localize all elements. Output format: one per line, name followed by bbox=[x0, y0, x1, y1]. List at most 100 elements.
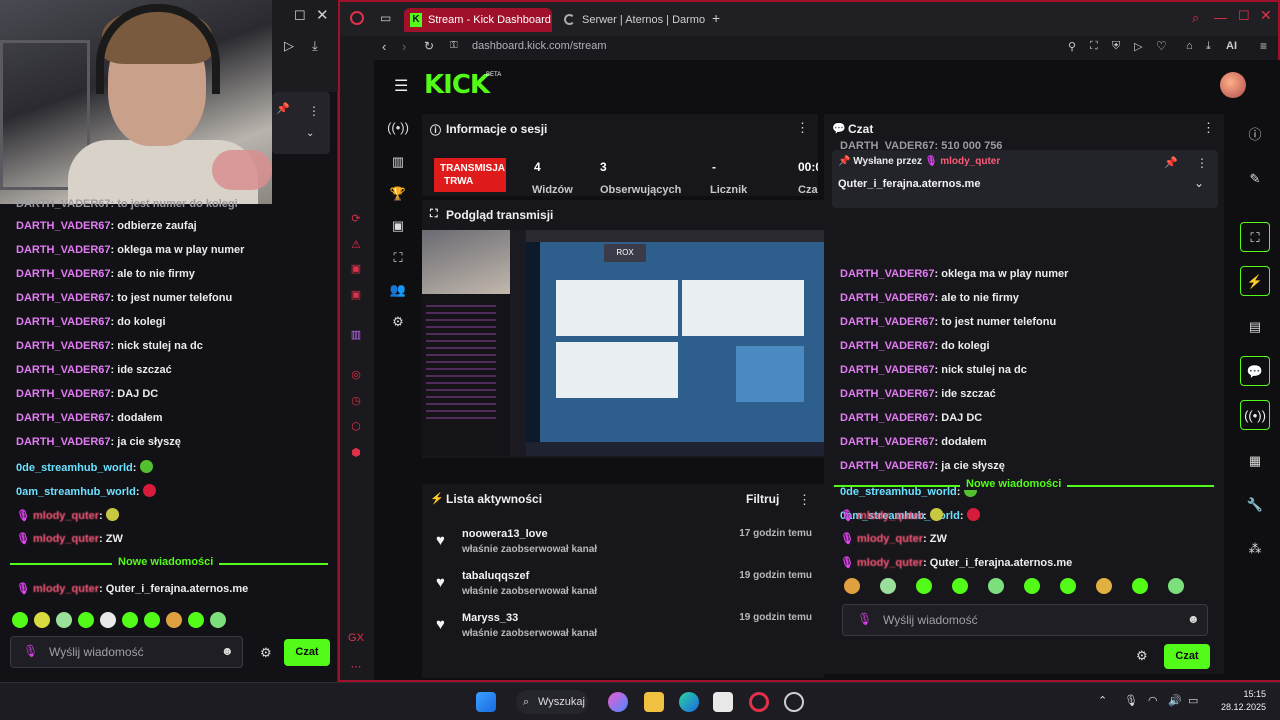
chat-username[interactable]: DARTH_VADER67 bbox=[16, 292, 111, 304]
nodes-icon[interactable]: ⁂ bbox=[1240, 534, 1270, 564]
forward-icon[interactable]: › bbox=[402, 39, 406, 54]
download-icon[interactable]: ⤓ bbox=[1206, 40, 1211, 53]
chat-bubble-icon[interactable]: 💬 bbox=[1240, 356, 1270, 386]
kebab-menu-icon[interactable]: ⋮ bbox=[798, 492, 811, 508]
tab-aternos[interactable]: Serwer | Aternos | Darmo bbox=[558, 8, 708, 32]
sidebar-icon[interactable]: ⟳ bbox=[348, 212, 364, 228]
users-icon[interactable]: 👥 bbox=[384, 282, 412, 304]
emote-icon[interactable] bbox=[1060, 578, 1076, 594]
wrench-icon[interactable]: 🔧 bbox=[1240, 490, 1270, 520]
chat-username[interactable]: DARTH_VADER67 bbox=[840, 316, 935, 328]
twitch-icon[interactable]: ▥ bbox=[348, 328, 364, 344]
chat-username[interactable]: mlody_quter bbox=[857, 557, 923, 569]
settings-gear-icon[interactable]: ⚙ bbox=[260, 645, 272, 661]
sidebar-icon[interactable]: ▣ bbox=[348, 288, 364, 304]
battery-icon[interactable]: ▭ bbox=[1188, 694, 1198, 707]
chat-username[interactable]: DARTH_VADER67 bbox=[16, 316, 111, 328]
emote-icon[interactable] bbox=[1168, 578, 1184, 594]
sidebar-icon[interactable]: ⬡ bbox=[348, 420, 364, 436]
emote-icon[interactable] bbox=[916, 578, 932, 594]
emote-icon[interactable] bbox=[210, 612, 226, 628]
emote-icon[interactable] bbox=[880, 578, 896, 594]
edit-icon[interactable]: ✎ bbox=[1240, 164, 1270, 194]
close-icon[interactable]: ✕ bbox=[316, 6, 329, 24]
activity-user[interactable]: Maryss_33 bbox=[462, 612, 518, 624]
stream-icon[interactable]: ((•)) bbox=[1240, 400, 1270, 430]
site-info-icon[interactable]: ⚿ bbox=[450, 40, 458, 51]
ai-button[interactable]: AI bbox=[1226, 40, 1237, 52]
chevron-down-icon[interactable]: ⌄ bbox=[306, 128, 314, 139]
chevron-down-icon[interactable]: ⌄ bbox=[1194, 176, 1204, 190]
sidebar-icon[interactable]: GX bbox=[348, 632, 364, 648]
emote-icon[interactable] bbox=[166, 612, 182, 628]
chat-username[interactable]: 0am_streamhub_world bbox=[16, 486, 136, 498]
screenshot-icon[interactable]: ⛶ bbox=[1090, 40, 1098, 53]
pin-icon[interactable]: 📌 bbox=[1164, 156, 1178, 169]
bolt-icon[interactable]: ⚡ bbox=[1240, 266, 1270, 296]
chat-username[interactable]: DARTH_VADER67 bbox=[16, 220, 111, 232]
activity-user[interactable]: noowera13_love bbox=[462, 528, 548, 540]
maximize-icon[interactable]: ☐ bbox=[1238, 8, 1250, 24]
kebab-menu-icon[interactable]: ⋮ bbox=[1196, 156, 1208, 170]
reload-icon[interactable]: ↻ bbox=[424, 39, 434, 53]
filter-button[interactable]: Filtruj bbox=[746, 492, 779, 506]
tab-overview-icon[interactable]: ▭ bbox=[380, 11, 391, 25]
chat-username[interactable]: DARTH_VADER67 bbox=[16, 244, 111, 256]
chat-username[interactable]: 0de_streamhub_world bbox=[16, 462, 133, 474]
chat-username[interactable]: DARTH_VADER67 bbox=[16, 412, 111, 424]
chat-username[interactable]: 0de_streamhub_world bbox=[840, 486, 957, 498]
chat-username[interactable]: DARTH_VADER67 bbox=[840, 340, 935, 352]
wifi-icon[interactable]: ◠ bbox=[1148, 694, 1158, 707]
chat-username[interactable]: mlody_quter bbox=[857, 510, 923, 522]
activity-user[interactable]: tabaluqqszef bbox=[462, 570, 529, 582]
chat-username[interactable]: DARTH_VADER67 bbox=[840, 436, 935, 448]
emote-icon[interactable] bbox=[56, 612, 72, 628]
chat-username[interactable]: DARTH_VADER67 bbox=[16, 340, 111, 352]
emote-icon[interactable] bbox=[1132, 578, 1148, 594]
url-field[interactable]: dashboard.kick.com/stream bbox=[472, 40, 607, 52]
chat-username[interactable]: DARTH_VADER67 bbox=[840, 388, 935, 400]
sidebar-icon[interactable]: ▣ bbox=[348, 262, 364, 278]
hamburger-menu-icon[interactable]: ☰ bbox=[394, 76, 408, 96]
analytics-icon[interactable]: ▥ bbox=[384, 154, 412, 176]
moderation-icon[interactable]: ⛶ bbox=[384, 250, 412, 272]
chat-username[interactable]: mlody_quter bbox=[33, 583, 99, 595]
pin-icon[interactable]: 📌 bbox=[276, 102, 290, 115]
emote-icon[interactable] bbox=[34, 612, 50, 628]
more-icon[interactable]: ⋯ bbox=[348, 660, 364, 676]
start-icon[interactable] bbox=[476, 692, 496, 712]
microphone-icon[interactable]: 🎙 bbox=[1124, 694, 1138, 707]
close-icon[interactable]: ✕ bbox=[1260, 7, 1272, 24]
menu-icon[interactable]: ≡ bbox=[1260, 39, 1267, 53]
kebab-menu-icon[interactable]: ⋮ bbox=[796, 120, 809, 136]
play-icon[interactable]: ▷ bbox=[1134, 40, 1142, 53]
avatar[interactable] bbox=[1220, 72, 1246, 98]
kebab-menu-icon[interactable]: ⋮ bbox=[308, 104, 320, 118]
kick-logo[interactable]: KICK bbox=[424, 70, 490, 100]
shield-icon[interactable]: ⛨ bbox=[1112, 40, 1120, 53]
sidebar-icon[interactable]: ◎ bbox=[348, 368, 364, 384]
popout-send-button[interactable]: Czat bbox=[284, 639, 330, 666]
info-icon[interactable]: ⓘ bbox=[1240, 120, 1270, 150]
taskbar-search[interactable]: ⌕ Wyszukaj bbox=[516, 690, 588, 714]
chat-username[interactable]: DARTH_VADER67 bbox=[840, 364, 935, 376]
taskbar-clock[interactable]: 15:15 28.12.2025 bbox=[1214, 688, 1266, 714]
chat-username[interactable]: DARTH_VADER67 bbox=[16, 436, 111, 448]
emote-icon[interactable] bbox=[952, 578, 968, 594]
store-icon[interactable] bbox=[713, 692, 733, 712]
chat-username[interactable]: DARTH_VADER67 bbox=[16, 364, 111, 376]
chat-username[interactable]: DARTH_VADER67 bbox=[840, 268, 935, 280]
opera-gx-icon[interactable] bbox=[749, 692, 769, 712]
chat-username[interactable]: DARTH_VADER67 bbox=[16, 268, 111, 280]
download-icon[interactable]: ⤓ bbox=[312, 38, 318, 54]
notes-icon[interactable]: ▤ bbox=[1240, 312, 1270, 342]
volume-icon[interactable]: 🔊 bbox=[1168, 694, 1182, 707]
emote-icon[interactable] bbox=[12, 612, 28, 628]
emote-icon[interactable] bbox=[122, 612, 138, 628]
stream-icon[interactable]: ((•)) bbox=[384, 120, 412, 142]
pin-icon[interactable]: ⚲ bbox=[1068, 40, 1076, 53]
emote-icon[interactable] bbox=[1096, 578, 1112, 594]
back-icon[interactable]: ‹ bbox=[382, 39, 386, 54]
settings-gear-icon[interactable]: ⚙ bbox=[1136, 648, 1148, 664]
sidebar-icon[interactable]: ⚠ bbox=[348, 238, 364, 254]
